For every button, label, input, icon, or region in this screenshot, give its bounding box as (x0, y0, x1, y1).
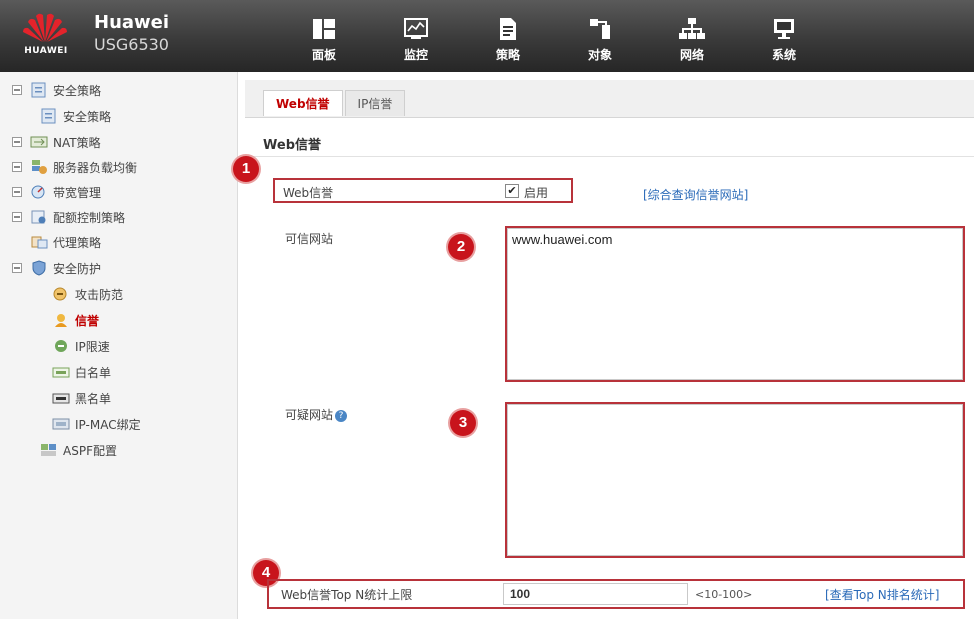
expand-toggle[interactable] (12, 85, 22, 95)
product-name: Huawei (94, 12, 170, 33)
nav-label: 策略 (495, 48, 520, 62)
sidebar-item-nat-policy[interactable]: NAT策略 (12, 132, 101, 152)
view-top-n-link[interactable]: [查看Top N排名统计] (825, 586, 939, 603)
bandwidth-icon (31, 185, 45, 199)
expand-toggle[interactable] (12, 212, 22, 222)
nav-label: 网络 (679, 48, 704, 62)
sidebar-item-server-load-balance[interactable]: 服务器负载均衡 (12, 157, 137, 177)
nat-policy-icon (30, 136, 48, 148)
sidebar-item-security-protection[interactable]: 安全防护 (12, 258, 101, 278)
attack-defense-icon (53, 287, 67, 301)
sidebar-item-quota-control[interactable]: 配额控制策略 (12, 207, 125, 227)
web-reputation-label: Web信誉 (283, 186, 334, 200)
network-icon (679, 18, 705, 39)
object-icon (590, 19, 610, 39)
sidebar-item-security-policy-sub[interactable]: 安全策略 (40, 106, 111, 126)
enable-label: 启用 (524, 186, 549, 200)
annotation-badge-2: 2 (448, 234, 474, 260)
tab-ip-reputation[interactable]: IP信誉 (344, 90, 406, 116)
proxy-policy-icon (31, 236, 48, 249)
panel-title: Web信誉 (263, 138, 321, 153)
annotation-badge-3: 3 (450, 410, 476, 436)
web-reputation-panel: Web信誉 1 Web信誉 ✔ 启用 [综合查询信誉网站] 可信网站 2 可疑网… (233, 117, 974, 619)
expand-toggle[interactable] (12, 162, 22, 172)
nav-dashboard[interactable]: 面板 (278, 0, 370, 72)
nav-object[interactable]: 对象 (554, 0, 646, 72)
nav-monitor[interactable]: 监控 (370, 0, 462, 72)
nav-system[interactable]: 系统 (738, 0, 830, 72)
product-model: USG6530 (94, 35, 169, 54)
tab-web-reputation[interactable]: Web信誉 (263, 90, 343, 116)
nav-label: 对象 (587, 48, 612, 62)
reputation-icon (55, 314, 67, 327)
blacklist-icon (52, 393, 70, 404)
sidebar-item-blacklist[interactable]: 黑名单 (52, 388, 111, 408)
annotation-box-3 (505, 402, 965, 558)
sidebar-item-attack-defense[interactable]: 攻击防范 (52, 284, 123, 304)
top-n-range: <10-100> (695, 588, 753, 601)
security-policy-icon (31, 82, 46, 98)
sidebar-item-ip-rate-limit[interactable]: IP限速 (52, 336, 110, 356)
load-balance-icon (32, 160, 47, 174)
huawei-logo-icon (23, 13, 67, 42)
policy-icon (500, 18, 516, 40)
top-bar: HUAWEI Huawei USG6530 面板 监控 策略 对象 网络 系统 (0, 0, 974, 72)
top-n-input[interactable]: 100 (503, 583, 688, 605)
ip-rate-limit-icon (55, 340, 67, 352)
sidebar-item-security-policy[interactable]: 安全策略 (12, 80, 101, 100)
nav-label: 面板 (311, 48, 336, 62)
shield-icon (32, 260, 46, 276)
top-nav: 面板 监控 策略 对象 网络 系统 (278, 0, 830, 72)
sidebar-item-aspf[interactable]: ASPF配置 (40, 440, 117, 460)
system-icon (774, 19, 794, 39)
nav-policy[interactable]: 策略 (462, 0, 554, 72)
tab-bar: Web信誉 IP信誉 (263, 90, 407, 116)
sidebar-item-ip-mac-binding[interactable]: IP-MAC绑定 (52, 414, 141, 434)
dashboard-icon (313, 19, 335, 39)
sidebar-item-bandwidth[interactable]: 带宽管理 (12, 182, 101, 202)
logo-wordmark: HUAWEI (24, 46, 68, 56)
top-n-label: Web信誉Top N统计上限 (281, 588, 413, 602)
sidebar-item-whitelist[interactable]: 白名单 (52, 362, 111, 382)
quota-control-icon (31, 210, 46, 224)
trusted-sites-label: 可信网站 (285, 232, 334, 246)
query-reputation-link[interactable]: [综合查询信誉网站] (643, 186, 748, 203)
enable-checkbox[interactable]: ✔ (505, 184, 519, 198)
expand-toggle[interactable] (12, 187, 22, 197)
sidebar: 安全策略 安全策略 NAT策略 服务器负载均衡 带宽管理 配额控制策略 代理策略… (0, 72, 238, 619)
expand-toggle[interactable] (12, 263, 22, 273)
security-policy-icon (41, 108, 56, 124)
nav-label: 系统 (771, 48, 796, 62)
sidebar-item-reputation[interactable]: 信誉 (52, 310, 99, 330)
aspf-icon (41, 444, 56, 456)
help-icon[interactable]: ? (335, 410, 348, 422)
whitelist-icon (52, 367, 70, 378)
annotation-box-2 (505, 226, 965, 382)
huawei-logo: HUAWEI (10, 8, 82, 64)
suspicious-sites-label: 可疑网站? (285, 406, 348, 423)
ip-mac-binding-icon (52, 418, 70, 430)
monitor-icon (404, 18, 428, 39)
expand-toggle[interactable] (12, 137, 22, 147)
annotation-badge-1: 1 (233, 156, 259, 182)
product-info: Huawei USG6530 (94, 12, 169, 56)
main-content: Web信誉 IP信誉 Web信誉 1 Web信誉 ✔ 启用 [综合查询信誉网站]… (233, 80, 974, 619)
sidebar-item-proxy-policy[interactable]: 代理策略 (30, 232, 101, 252)
divider (245, 156, 974, 157)
nav-label: 监控 (403, 48, 428, 62)
nav-network[interactable]: 网络 (646, 0, 738, 72)
